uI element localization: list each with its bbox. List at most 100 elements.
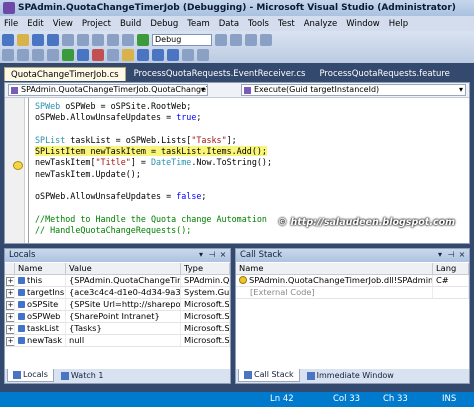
menu-view[interactable]: View	[53, 19, 73, 29]
close-icon[interactable]: ×	[457, 250, 467, 260]
tab-watch-1[interactable]: Watch 1	[56, 369, 109, 382]
locals-col-type[interactable]: Type	[181, 263, 230, 274]
code-line[interactable]: oSPWeb.AllowUnsafeUpdates = false;	[35, 191, 469, 202]
locals-col-name[interactable]: Name	[15, 263, 66, 274]
code-line[interactable]	[35, 124, 469, 135]
locals-row[interactable]: targetIns{ace3c4c4-d1e0-4d34-9a37-86Syst…	[5, 287, 230, 299]
menu-file[interactable]: File	[4, 19, 18, 29]
show-next-statement-icon[interactable]	[122, 48, 134, 61]
local-type: Microsoft.Sh	[181, 311, 230, 322]
expand-icon[interactable]	[5, 287, 15, 298]
break-all-icon[interactable]	[77, 48, 89, 61]
continue-debug-icon[interactable]	[137, 33, 149, 46]
breakpoints-window-icon[interactable]	[197, 48, 209, 61]
code-token: ];	[226, 134, 237, 145]
code-token: // HandleQuotaChangeRequests();	[35, 225, 192, 236]
code-line[interactable]: SPList taskList = oSPWeb.Lists["Tasks"];	[35, 135, 469, 146]
menu-window[interactable]: Window	[346, 19, 380, 29]
expand-icon[interactable]	[5, 311, 15, 322]
type-dropdown[interactable]: SPAdmin.QuotaChangeTimerJob.QuotaChangeT…	[8, 84, 208, 96]
cut-icon[interactable]	[62, 33, 74, 46]
code-editor[interactable]: SPAdmin.QuotaChangeTimerJob.QuotaChangeT…	[4, 82, 470, 244]
dropdown-icon[interactable]: ▾	[196, 250, 206, 260]
indent-icon[interactable]	[32, 48, 44, 61]
undo-icon[interactable]	[107, 33, 119, 46]
expand-icon[interactable]	[5, 335, 15, 346]
menu-analyze[interactable]: Analyze	[304, 19, 338, 29]
code-line[interactable]: SPListItem newTaskItem = taskList.Items.…	[35, 146, 469, 157]
code-line[interactable]	[35, 203, 469, 214]
code-line[interactable]: SPWeb oSPWeb = oSPSite.RootWeb;	[35, 101, 469, 112]
call-stack-icon	[244, 371, 252, 379]
locals-row[interactable]: newTasknullMicrosoft.Sh	[5, 335, 230, 347]
properties-icon[interactable]	[245, 33, 257, 46]
menu-debug[interactable]: Debug	[150, 19, 178, 29]
menu-project[interactable]: Project	[82, 19, 111, 29]
open-folder-icon[interactable]	[17, 33, 29, 46]
menu-edit[interactable]: Edit	[27, 19, 43, 29]
stop-debugging-icon[interactable]	[92, 48, 104, 61]
member-dropdown[interactable]: Execute(Guid targetInstanceId)	[241, 84, 466, 96]
call-stack-row[interactable]: [External Code]	[236, 287, 469, 299]
code-line[interactable]: oSPWeb.AllowUnsafeUpdates = true;	[35, 112, 469, 123]
outdent-icon[interactable]	[47, 48, 59, 61]
menu-team[interactable]: Team	[187, 19, 209, 29]
pin-icon[interactable]: ⊣	[207, 250, 217, 260]
menu-test[interactable]: Test	[278, 19, 295, 29]
call-stack-panel: Call Stack ▾ ⊣ × Name Lang SPAdmin.Quota…	[235, 248, 470, 384]
expand-icon[interactable]	[5, 323, 15, 334]
configuration-select[interactable]: Debug	[152, 33, 212, 46]
outline-margin	[28, 98, 34, 243]
code-token: "Tasks"	[191, 134, 227, 145]
code-line[interactable]	[35, 180, 469, 191]
locals-row[interactable]: oSPWeb {SharePoint Intranet}Microsoft.Sh	[5, 311, 230, 323]
new-project-icon[interactable]	[2, 33, 14, 46]
menu-data[interactable]: Data	[219, 19, 239, 29]
step-out-icon[interactable]	[167, 48, 179, 61]
comment-icon[interactable]	[2, 48, 14, 61]
locals-row[interactable]: taskList {Tasks}Microsoft.Sh	[5, 323, 230, 335]
local-value: {SharePoint Intranet}	[66, 311, 181, 322]
paste-icon[interactable]	[92, 33, 104, 46]
save-icon[interactable]	[32, 33, 44, 46]
tab-call-stack[interactable]: Call Stack	[238, 369, 300, 382]
menu-tools[interactable]: Tools	[248, 19, 269, 29]
tab-immediate-window[interactable]: Immediate Window	[302, 369, 399, 382]
code-line[interactable]: newTaskItem["Title"] = DateTime.Now.ToSt…	[35, 157, 469, 168]
find-icon[interactable]	[215, 33, 227, 46]
locals-header: Name Value Type	[5, 263, 230, 275]
menu-build[interactable]: Build	[120, 19, 141, 29]
solution-explorer-icon[interactable]	[230, 33, 242, 46]
dropdown-icon[interactable]: ▾	[435, 250, 445, 260]
step-into-icon[interactable]	[137, 48, 149, 61]
locals-row[interactable]: oSPSite {SPSite Url=http://sharepoint}Mic…	[5, 299, 230, 311]
redo-icon[interactable]	[122, 33, 134, 46]
local-name: targetIns	[27, 287, 65, 297]
restart-icon[interactable]	[107, 48, 119, 61]
step-over-icon[interactable]	[152, 48, 164, 61]
call-stack-col-lang[interactable]: Lang	[433, 263, 469, 274]
pin-icon[interactable]: ⊣	[446, 250, 456, 260]
tab-quota-change-timer-job[interactable]: QuotaChangeTimerJob.cs	[4, 67, 126, 81]
expand-icon[interactable]	[5, 299, 15, 310]
call-stack-col-name[interactable]: Name	[236, 263, 433, 274]
copy-icon[interactable]	[77, 33, 89, 46]
tab-process-quota-event-receiver[interactable]: ProcessQuotaRequests.EventReceiver.cs	[128, 67, 312, 81]
locals-row[interactable]: this {SPAdmin.QuotaChangeTimerJob.QuotaCh…	[5, 275, 230, 287]
toolbox-icon[interactable]	[260, 33, 272, 46]
menu-help[interactable]: Help	[389, 19, 408, 29]
expand-icon[interactable]	[5, 275, 15, 286]
breakpoint-gutter[interactable]	[5, 98, 25, 243]
tab-process-quota-feature[interactable]: ProcessQuotaRequests.feature	[313, 67, 455, 81]
locals-col-value[interactable]: Value	[66, 263, 181, 274]
call-stack-row[interactable]: SPAdmin.QuotaChangeTimerJob.dll!SPAdmin.…	[236, 275, 469, 287]
continue-icon[interactable]	[62, 48, 74, 61]
uncomment-icon[interactable]	[17, 48, 29, 61]
tab-locals[interactable]: Locals	[7, 369, 54, 382]
code-token: oSPWeb = oSPSite.RootWeb;	[60, 101, 192, 111]
close-icon[interactable]: ×	[218, 250, 228, 260]
save-all-icon[interactable]	[47, 33, 59, 46]
hex-display-icon[interactable]	[182, 48, 194, 61]
local-value: {Tasks}	[66, 323, 181, 334]
code-line[interactable]: newTaskItem.Update();	[35, 169, 469, 180]
